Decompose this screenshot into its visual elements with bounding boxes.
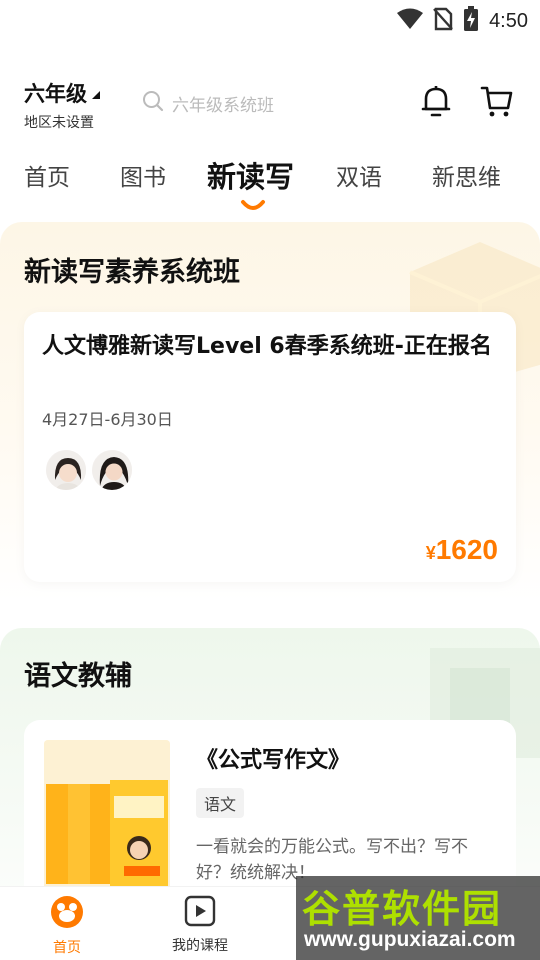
tab-bilingual[interactable]: 双语: [336, 158, 382, 192]
book-cover-image: [44, 740, 170, 890]
bell-icon[interactable]: [420, 84, 452, 122]
course-title: 人文博雅新读写Level 6春季系统班-正在报名: [42, 334, 492, 359]
search-bar[interactable]: 六年级系统班: [142, 90, 274, 116]
teacher-avatar: [90, 448, 134, 492]
book-subject-tag: 语文: [196, 788, 245, 818]
region-label: 地区未设置: [24, 115, 94, 131]
watermark-text: 谷普软件园: [302, 889, 503, 931]
top-header: 六年级 地区未设置 六年级系统班: [0, 78, 540, 138]
play-icon: [184, 895, 216, 931]
battery-charging-icon: [463, 6, 479, 36]
grade-selector[interactable]: 六年级 地区未设置: [24, 78, 101, 132]
course-price: ¥1620: [426, 534, 498, 566]
course-section: 新读写素养系统班 人文博雅新读写Level 6春季系统班-正在报名 4月27日-…: [0, 222, 540, 602]
nav-my-courses[interactable]: 我的课程: [172, 895, 228, 955]
category-tabs: 首页 图书 新读写 双语 新思维: [0, 158, 540, 214]
no-sim-icon: [433, 7, 453, 35]
active-tab-indicator: [240, 198, 266, 217]
tab-new-thinking[interactable]: 新思维: [432, 158, 501, 192]
cart-icon[interactable]: [480, 84, 514, 122]
home-icon: [50, 895, 84, 933]
grade-label: 六年级: [24, 82, 87, 106]
wifi-icon: [397, 8, 424, 34]
course-card[interactable]: 人文博雅新读写Level 6春季系统班-正在报名 4月27日-6月30日 ¥16…: [24, 312, 516, 582]
section-title-books: 语文教辅: [24, 661, 132, 692]
status-bar: 4:50: [0, 0, 540, 36]
book-title: 《公式写作文》: [196, 748, 351, 773]
currency-symbol: ¥: [425, 543, 436, 563]
nav-home[interactable]: 首页: [50, 895, 84, 957]
dropdown-triangle-icon: [91, 81, 101, 105]
search-icon: [142, 90, 164, 116]
tab-home[interactable]: 首页: [24, 158, 70, 192]
course-date: 4月27日-6月30日: [42, 410, 173, 429]
tab-new-reading-writing[interactable]: 新读写: [207, 154, 294, 196]
nav-my-courses-label: 我的课程: [172, 938, 228, 954]
price-value: 1620: [435, 534, 498, 565]
nav-home-label: 首页: [53, 940, 81, 956]
status-time: 4:50: [489, 9, 528, 32]
teacher-avatars: [44, 448, 134, 492]
section-title-course: 新读写素养系统班: [24, 257, 240, 288]
watermark-url: www.gupuxiazai.com: [304, 928, 516, 951]
teacher-avatar: [44, 448, 88, 492]
tab-books[interactable]: 图书: [120, 158, 166, 192]
watermark-overlay: 谷普软件园 www.gupuxiazai.com: [296, 876, 540, 960]
search-placeholder: 六年级系统班: [172, 95, 274, 116]
